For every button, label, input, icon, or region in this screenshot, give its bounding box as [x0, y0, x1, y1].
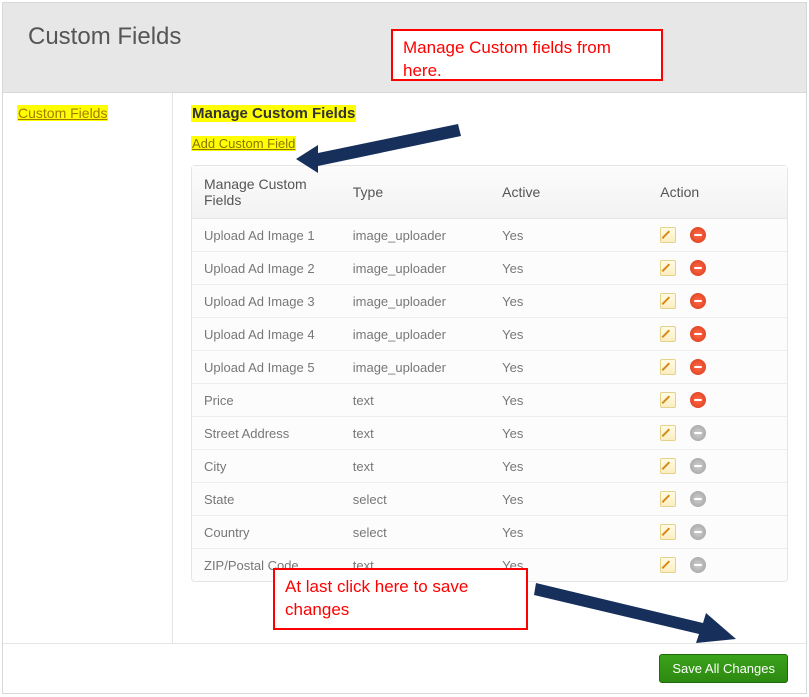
- cell-type: image_uploader: [341, 351, 490, 384]
- edit-icon[interactable]: [660, 557, 676, 573]
- arrow-to-save: [533, 580, 743, 650]
- table-row: Upload Ad Image 5image_uploaderYes: [192, 351, 787, 384]
- cell-type: select: [341, 516, 490, 549]
- table-row: StateselectYes: [192, 483, 787, 516]
- cell-action: [648, 450, 787, 483]
- delete-icon[interactable]: [690, 524, 706, 540]
- table-row: Upload Ad Image 2image_uploaderYes: [192, 252, 787, 285]
- cell-action: [648, 549, 787, 582]
- cell-action: [648, 219, 787, 252]
- cell-name: Country: [192, 516, 341, 549]
- add-custom-field-link[interactable]: Add Custom Field: [191, 136, 296, 151]
- cell-type: text: [341, 417, 490, 450]
- cell-active: Yes: [490, 516, 648, 549]
- edit-icon[interactable]: [660, 425, 676, 441]
- cell-active: Yes: [490, 351, 648, 384]
- cell-name: Upload Ad Image 2: [192, 252, 341, 285]
- edit-icon[interactable]: [660, 227, 676, 243]
- edit-icon[interactable]: [660, 458, 676, 474]
- edit-icon[interactable]: [660, 260, 676, 276]
- cell-action: [648, 417, 787, 450]
- edit-icon[interactable]: [660, 359, 676, 375]
- delete-icon[interactable]: [690, 293, 706, 309]
- cell-type: image_uploader: [341, 219, 490, 252]
- cell-type: image_uploader: [341, 318, 490, 351]
- delete-icon[interactable]: [690, 227, 706, 243]
- cell-name: Upload Ad Image 5: [192, 351, 341, 384]
- cell-action: [648, 384, 787, 417]
- edit-icon[interactable]: [660, 326, 676, 342]
- cell-name: Upload Ad Image 4: [192, 318, 341, 351]
- col-header-type: Type: [341, 166, 490, 219]
- cell-type: text: [341, 384, 490, 417]
- cell-active: Yes: [490, 318, 648, 351]
- cell-name: Price: [192, 384, 341, 417]
- cell-action: [648, 318, 787, 351]
- table-row: Upload Ad Image 1image_uploaderYes: [192, 219, 787, 252]
- cell-active: Yes: [490, 252, 648, 285]
- callout-manage: Manage Custom fields from here.: [391, 29, 663, 81]
- callout-save: At last click here to save changes: [273, 568, 528, 630]
- cell-action: [648, 483, 787, 516]
- edit-icon[interactable]: [660, 392, 676, 408]
- table-row: CitytextYes: [192, 450, 787, 483]
- cell-action: [648, 252, 787, 285]
- cell-active: Yes: [490, 483, 648, 516]
- cell-type: select: [341, 483, 490, 516]
- cell-action: [648, 351, 787, 384]
- sidebar: Custom Fields: [3, 93, 173, 643]
- edit-icon[interactable]: [660, 293, 676, 309]
- cell-active: Yes: [490, 450, 648, 483]
- cell-type: image_uploader: [341, 285, 490, 318]
- section-title: Manage Custom Fields: [191, 105, 356, 122]
- cell-action: [648, 285, 787, 318]
- table-header-row: Manage Custom Fields Type Active Action: [192, 166, 787, 219]
- table-row: Upload Ad Image 3image_uploaderYes: [192, 285, 787, 318]
- cell-type: text: [341, 450, 490, 483]
- cell-name: Upload Ad Image 1: [192, 219, 341, 252]
- page-title: Custom Fields: [28, 23, 181, 50]
- cell-type: image_uploader: [341, 252, 490, 285]
- delete-icon[interactable]: [690, 260, 706, 276]
- edit-icon[interactable]: [660, 491, 676, 507]
- col-header-active: Active: [490, 166, 648, 219]
- delete-icon[interactable]: [690, 392, 706, 408]
- cell-active: Yes: [490, 417, 648, 450]
- cell-name: Upload Ad Image 3: [192, 285, 341, 318]
- main-content: Manage Custom Fields Add Custom Field Ma…: [173, 93, 806, 643]
- table-row: Street AddresstextYes: [192, 417, 787, 450]
- cell-active: Yes: [490, 384, 648, 417]
- save-all-changes-button[interactable]: Save All Changes: [659, 654, 788, 683]
- cell-action: [648, 516, 787, 549]
- table-row: PricetextYes: [192, 384, 787, 417]
- delete-icon[interactable]: [690, 359, 706, 375]
- col-header-action: Action: [648, 166, 787, 219]
- page-header: Custom Fields Manage Custom fields from …: [3, 3, 806, 93]
- sidebar-item-custom-fields[interactable]: Custom Fields: [17, 105, 108, 121]
- delete-icon[interactable]: [690, 326, 706, 342]
- delete-icon[interactable]: [690, 557, 706, 573]
- cell-name: State: [192, 483, 341, 516]
- cell-name: Street Address: [192, 417, 341, 450]
- col-header-name: Manage Custom Fields: [192, 166, 341, 219]
- cell-active: Yes: [490, 219, 648, 252]
- edit-icon[interactable]: [660, 524, 676, 540]
- cell-active: Yes: [490, 285, 648, 318]
- cell-name: City: [192, 450, 341, 483]
- footer-bar: Save All Changes: [3, 643, 806, 693]
- table-row: CountryselectYes: [192, 516, 787, 549]
- delete-icon[interactable]: [690, 458, 706, 474]
- delete-icon[interactable]: [690, 425, 706, 441]
- custom-fields-table: Manage Custom Fields Type Active Action …: [191, 165, 788, 582]
- table-row: Upload Ad Image 4image_uploaderYes: [192, 318, 787, 351]
- delete-icon[interactable]: [690, 491, 706, 507]
